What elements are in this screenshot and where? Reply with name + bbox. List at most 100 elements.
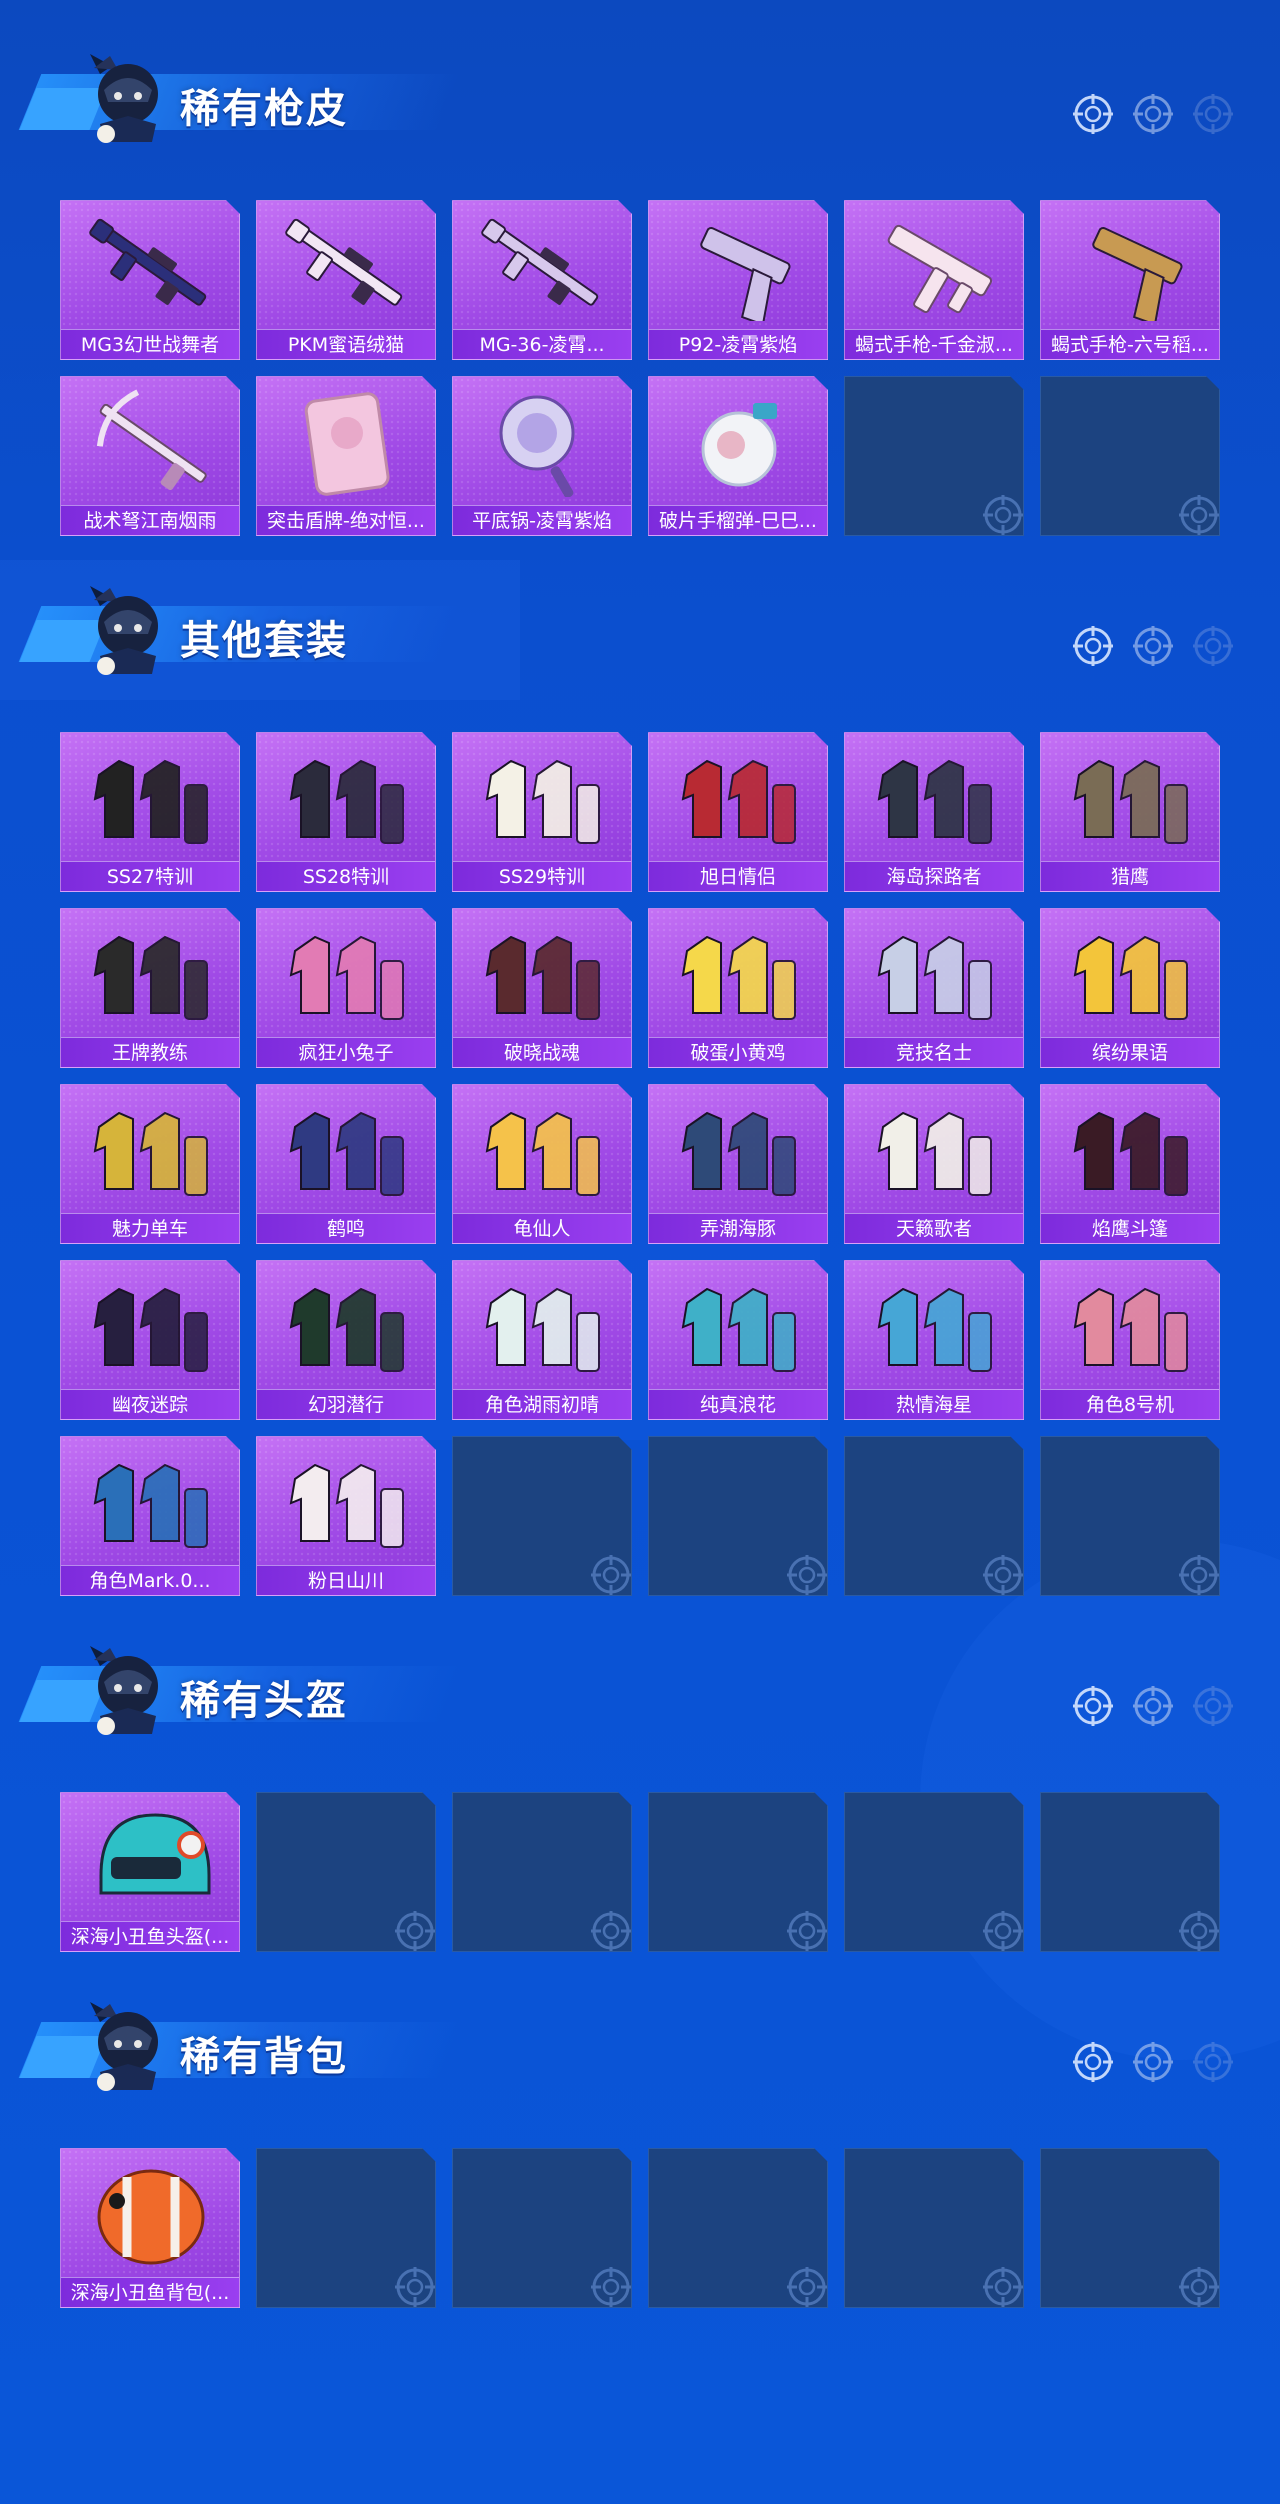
item-card[interactable]: 破晓战魂 — [452, 908, 632, 1068]
crosshair-icon — [1131, 1684, 1175, 1728]
crosshair-icon — [1071, 624, 1115, 668]
item-label: 破片手榴弹-巳巳... — [649, 505, 827, 535]
item-card[interactable]: 深海小丑鱼背包(... — [60, 2148, 240, 2308]
item-card[interactable]: SS29特训 — [452, 732, 632, 892]
pan-icon — [473, 389, 613, 497]
item-card[interactable]: MG3幻世战舞者 — [60, 200, 240, 360]
item-card[interactable]: 旭日情侣 — [648, 732, 828, 892]
item-card[interactable]: 竞技名士 — [844, 908, 1024, 1068]
section-header-crosshair-icons — [1071, 624, 1235, 668]
outfit-icon — [865, 745, 1005, 853]
item-card[interactable]: SS28特训 — [256, 732, 436, 892]
item-label: 深海小丑鱼背包(... — [61, 2277, 239, 2307]
item-label: 破晓战魂 — [453, 1037, 631, 1067]
empty-slot — [648, 1792, 828, 1952]
section-title: 稀有背包 — [180, 2034, 348, 2080]
item-card[interactable]: 深海小丑鱼头盔(... — [60, 1792, 240, 1952]
item-card[interactable]: 战术弩江南烟雨 — [60, 376, 240, 536]
empty-slot — [256, 1792, 436, 1952]
section-header: 稀有背包 — [0, 1988, 1280, 2098]
item-label: 角色湖雨初晴 — [453, 1389, 631, 1419]
shield-icon — [277, 389, 417, 497]
item-card[interactable]: MG-36-凌霄... — [452, 200, 632, 360]
character-mascot-icon — [90, 54, 158, 143]
item-card[interactable]: SS27特训 — [60, 732, 240, 892]
item-label: 竞技名士 — [845, 1037, 1023, 1067]
item-card[interactable]: 王牌教练 — [60, 908, 240, 1068]
crosshair-icon — [1109, 1495, 1153, 1539]
crosshair-icon — [1131, 624, 1175, 668]
item-card[interactable]: 蝎式手枪-千金淑... — [844, 200, 1024, 360]
item-card[interactable]: 破片手榴弹-巳巳... — [648, 376, 828, 536]
outfit-icon — [81, 1273, 221, 1381]
item-card[interactable]: 破蛋小黄鸡 — [648, 908, 828, 1068]
item-label: 弄潮海豚 — [649, 1213, 827, 1243]
item-card[interactable]: 蝎式手枪-六号稻... — [1040, 200, 1220, 360]
item-card[interactable]: 幻羽潜行 — [256, 1260, 436, 1420]
crosshair-icon — [913, 1851, 957, 1895]
item-label: MG-36-凌霄... — [453, 329, 631, 359]
item-card[interactable]: 热情海星 — [844, 1260, 1024, 1420]
item-card[interactable]: 幽夜迷踪 — [60, 1260, 240, 1420]
outfit-icon — [1061, 1097, 1201, 1205]
outfit-icon — [81, 1449, 221, 1557]
item-card[interactable]: 疯狂小兔子 — [256, 908, 436, 1068]
item-card[interactable]: 弄潮海豚 — [648, 1084, 828, 1244]
outfit-icon — [669, 921, 809, 1029]
item-label: 鹤鸣 — [257, 1213, 435, 1243]
item-card[interactable]: 突击盾牌-绝对恒... — [256, 376, 436, 536]
item-card[interactable]: 缤纷果语 — [1040, 908, 1220, 1068]
crosshair-icon — [913, 1495, 957, 1539]
item-card[interactable]: 猎鹰 — [1040, 732, 1220, 892]
item-card[interactable]: 角色Mark.0... — [60, 1436, 240, 1596]
item-label: 猎鹰 — [1041, 861, 1219, 891]
item-label: 角色8号机 — [1041, 1389, 1219, 1419]
crosshair-icon — [1071, 2040, 1115, 2084]
character-mascot-icon — [90, 586, 158, 675]
item-card[interactable]: 角色8号机 — [1040, 1260, 1220, 1420]
section-title: 稀有头盔 — [180, 1678, 348, 1724]
item-card[interactable]: 纯真浪花 — [648, 1260, 828, 1420]
item-card[interactable]: PKM蜜语绒猫 — [256, 200, 436, 360]
empty-slot — [844, 1792, 1024, 1952]
empty-slot — [1040, 1436, 1220, 1596]
item-label: 蝎式手枪-六号稻... — [1041, 329, 1219, 359]
item-card[interactable]: 鹤鸣 — [256, 1084, 436, 1244]
outfit-icon — [865, 1273, 1005, 1381]
empty-slot — [452, 1792, 632, 1952]
item-card[interactable]: P92-凌霄紫焰 — [648, 200, 828, 360]
item-label: 焰鹰斗篷 — [1041, 1213, 1219, 1243]
outfit-icon — [277, 745, 417, 853]
item-card[interactable]: 龟仙人 — [452, 1084, 632, 1244]
empty-slot — [844, 376, 1024, 536]
item-card[interactable]: 魅力单车 — [60, 1084, 240, 1244]
crosshair-icon — [1131, 2040, 1175, 2084]
crosshair-icon — [717, 2207, 761, 2251]
empty-slot — [452, 1436, 632, 1596]
item-label: SS28特训 — [257, 861, 435, 891]
item-card[interactable]: 角色湖雨初晴 — [452, 1260, 632, 1420]
crossbow-icon — [81, 389, 221, 497]
outfit-icon — [81, 921, 221, 1029]
item-card[interactable]: 粉日山川 — [256, 1436, 436, 1596]
item-label: 蝎式手枪-千金淑... — [845, 329, 1023, 359]
item-card[interactable]: 焰鹰斗篷 — [1040, 1084, 1220, 1244]
item-label: SS27特训 — [61, 861, 239, 891]
item-card[interactable]: 平底锅-凌霄紫焰 — [452, 376, 632, 536]
crosshair-icon — [1109, 435, 1153, 479]
item-label: 角色Mark.0... — [61, 1565, 239, 1595]
item-card[interactable]: 海岛探路者 — [844, 732, 1024, 892]
character-mascot-icon — [90, 2002, 158, 2091]
outfit-icon — [865, 921, 1005, 1029]
section-1: 稀有枪皮 MG3幻世战舞者 PKM蜜语绒猫 MG-36-凌霄... P92-凌霄… — [0, 40, 1280, 150]
item-grid: 深海小丑鱼背包(... — [60, 2148, 1220, 2308]
empty-slot — [648, 2148, 828, 2308]
section-2: 其他套装 SS27特训 SS28特训 SS29特训 旭日情侣 海岛探路者 猎鹰 … — [0, 572, 1280, 682]
item-card[interactable]: 天籁歌者 — [844, 1084, 1024, 1244]
outfit-icon — [865, 1097, 1005, 1205]
crosshair-icon — [521, 1851, 565, 1895]
item-label: 龟仙人 — [453, 1213, 631, 1243]
outfit-icon — [473, 1273, 613, 1381]
outfit-icon — [81, 1097, 221, 1205]
outfit-icon — [669, 1273, 809, 1381]
